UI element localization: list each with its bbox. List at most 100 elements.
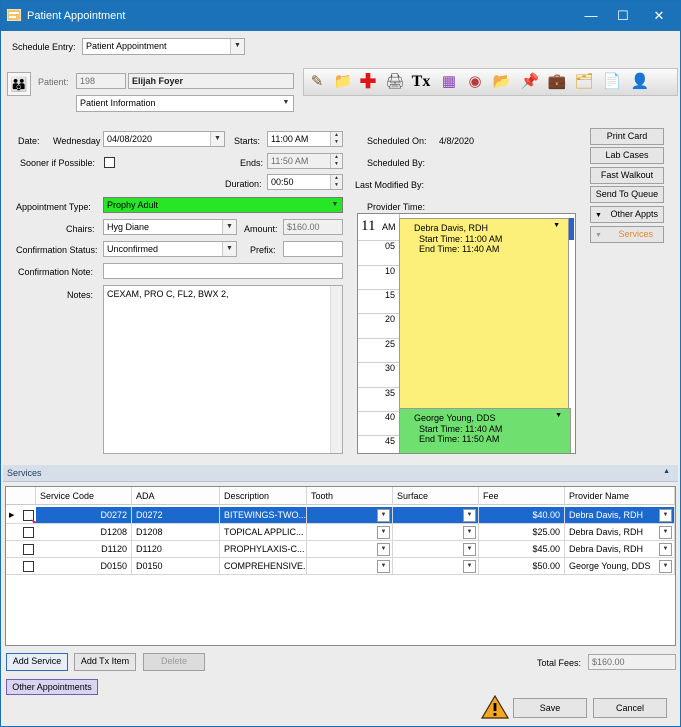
chevron-down-icon[interactable]: ▼ [659, 526, 672, 539]
tx-icon[interactable]: Tx [410, 71, 432, 93]
cell-ada[interactable]: D1208 [132, 524, 220, 541]
briefcase-icon[interactable]: 💼 [546, 71, 568, 93]
cell-surface[interactable]: ▼ [393, 541, 479, 558]
sooner-checkbox[interactable] [104, 157, 115, 168]
chairs-select[interactable]: Hyg Diane ▼ [103, 219, 237, 235]
folder-open-icon[interactable]: 📂 [491, 71, 513, 93]
chevron-down-icon[interactable]: ▼ [377, 560, 390, 573]
cell-service-code[interactable]: D0272 [36, 507, 132, 524]
confirmation-status-select[interactable]: Unconfirmed ▼ [103, 241, 237, 257]
fast-walkout-button[interactable]: Fast Walkout [590, 167, 664, 184]
cell-ada[interactable]: D1120 [132, 541, 220, 558]
patient-information-select[interactable]: Patient Information ▼ [76, 95, 294, 112]
appointment-block[interactable]: George Young, DDS Start Time: 11:40 AM E… [399, 408, 571, 453]
cell-ada[interactable]: D0272 [132, 507, 220, 524]
cell-service-code[interactable]: D0150 [36, 558, 132, 575]
cell-tooth[interactable]: ▼ [307, 507, 393, 524]
add-tx-item-button[interactable]: Add Tx Item [74, 653, 136, 671]
table-row[interactable] [6, 558, 36, 575]
chevron-down-icon[interactable]: ▼ [463, 560, 476, 573]
notes-textarea[interactable]: CEXAM, PRO C, FL2, BWX 2, [103, 285, 343, 454]
confirmation-note-field[interactable] [103, 263, 343, 279]
save-button[interactable]: Save [513, 698, 587, 718]
cell-provider-name[interactable]: George Young, DDS ▼ [565, 558, 675, 575]
send-to-queue-button[interactable]: Send To Queue [590, 186, 664, 203]
cell-description[interactable]: TOPICAL APPLIC... [220, 524, 307, 541]
red-cross-icon[interactable]: ✚ [357, 71, 379, 93]
folder-icon[interactable]: 📁 [332, 71, 354, 93]
row-checkbox[interactable] [23, 544, 34, 555]
chevron-down-icon[interactable]: ▼ [463, 509, 476, 522]
appointment-type-select[interactable]: Prophy Adult ▼ [103, 197, 343, 213]
column-header-description[interactable]: Description [220, 487, 307, 505]
cancel-button[interactable]: Cancel [593, 698, 667, 718]
chart-icon[interactable]: ▦ [438, 71, 460, 93]
chevron-down-icon[interactable]: ▼ [555, 412, 562, 419]
appointment-block[interactable]: Debra Davis, RDH Start Time: 11:00 AM En… [399, 218, 569, 410]
chevron-down-icon[interactable]: ▼ [553, 222, 560, 229]
schedule-entry-select[interactable]: Patient Appointment ▼ [82, 38, 245, 55]
chevron-down-icon[interactable]: ▼ [659, 509, 672, 522]
cell-description[interactable]: PROPHYLAXIS-C... [220, 541, 307, 558]
cell-provider-name[interactable]: Debra Davis, RDH ▼ [565, 541, 675, 558]
table-row[interactable] [6, 524, 36, 541]
cell-surface[interactable]: ▼ [393, 507, 479, 524]
cell-provider-name[interactable]: Debra Davis, RDH ▼ [565, 507, 675, 524]
cell-fee[interactable]: $50.00 [479, 558, 565, 575]
chevron-down-icon[interactable]: ▼ [463, 543, 476, 556]
collapse-icon[interactable]: ▲ [663, 468, 670, 475]
chevron-down-icon[interactable]: ▼ [377, 543, 390, 556]
cell-fee[interactable]: $45.00 [479, 541, 565, 558]
maximize-button[interactable]: ☐ [610, 6, 636, 26]
delete-button[interactable]: Delete [143, 653, 205, 671]
table-row[interactable]: ▶ ➤ [6, 507, 36, 524]
cell-surface[interactable]: ▼ [393, 524, 479, 541]
person-icon[interactable]: 👤 [629, 71, 651, 93]
cell-surface[interactable]: ▼ [393, 558, 479, 575]
cell-ada[interactable]: D0150 [132, 558, 220, 575]
cell-tooth[interactable]: ▼ [307, 524, 393, 541]
chevron-down-icon[interactable]: ▼ [463, 526, 476, 539]
date-picker[interactable]: 04/08/2020 ▼ [103, 131, 225, 147]
column-header-surface[interactable]: Surface [393, 487, 479, 505]
printer-icon[interactable]: 🖨 [384, 71, 406, 93]
prefix-field[interactable] [283, 241, 343, 257]
cell-tooth[interactable]: ▼ [307, 541, 393, 558]
patient-card-icon[interactable]: 👪 [7, 72, 31, 96]
pencil-icon[interactable]: ✎ [306, 71, 328, 93]
chevron-down-icon[interactable]: ▼ [377, 509, 390, 522]
documents-icon[interactable]: 📄 [601, 71, 623, 93]
folders-icon[interactable]: 🗂 [573, 71, 595, 93]
column-header-ada[interactable]: ADA [132, 487, 220, 505]
cell-service-code[interactable]: D1120 [36, 541, 132, 558]
table-row[interactable] [6, 541, 36, 558]
cell-description[interactable]: BITEWINGS-TWO... [220, 507, 307, 524]
tooth-icon[interactable]: ◉ [464, 71, 486, 93]
chevron-down-icon[interactable]: ▼ [659, 560, 672, 573]
notes-scrollbar[interactable] [330, 286, 342, 453]
column-header-tooth[interactable]: Tooth [307, 487, 393, 505]
row-checkbox[interactable] [23, 527, 34, 538]
cell-description[interactable]: COMPREHENSIVE... [220, 558, 307, 575]
row-checkbox[interactable] [23, 561, 34, 572]
add-service-button[interactable]: Add Service [6, 653, 68, 671]
cell-service-code[interactable]: D1208 [36, 524, 132, 541]
chevron-down-icon[interactable]: ▼ [659, 543, 672, 556]
column-header-service-code[interactable]: Service Code [36, 487, 132, 505]
starts-spinner[interactable]: 11:00 AM ▲ ▼ [267, 131, 343, 147]
chevron-down-icon[interactable]: ▼ [377, 526, 390, 539]
cell-fee[interactable]: $40.00 [479, 507, 565, 524]
column-header-fee[interactable]: Fee [479, 487, 565, 505]
duration-spinner[interactable]: 00:50 ▲ ▼ [267, 174, 343, 190]
cell-tooth[interactable]: ▼ [307, 558, 393, 575]
other-appointments-tab[interactable]: Other Appointments [6, 679, 98, 695]
minimize-button[interactable]: — [578, 6, 604, 26]
close-button[interactable]: ✕ [646, 6, 672, 26]
print-card-button[interactable]: Print Card [590, 128, 664, 145]
cell-provider-name[interactable]: Debra Davis, RDH ▼ [565, 524, 675, 541]
pin-icon[interactable]: 📌 [519, 71, 541, 93]
other-appts-button[interactable]: ▼ Other Appts [590, 206, 664, 223]
services-toggle-button[interactable]: ▼ Services [590, 226, 664, 243]
lab-cases-button[interactable]: Lab Cases [590, 147, 664, 164]
column-header-provider-name[interactable]: Provider Name [565, 487, 675, 505]
